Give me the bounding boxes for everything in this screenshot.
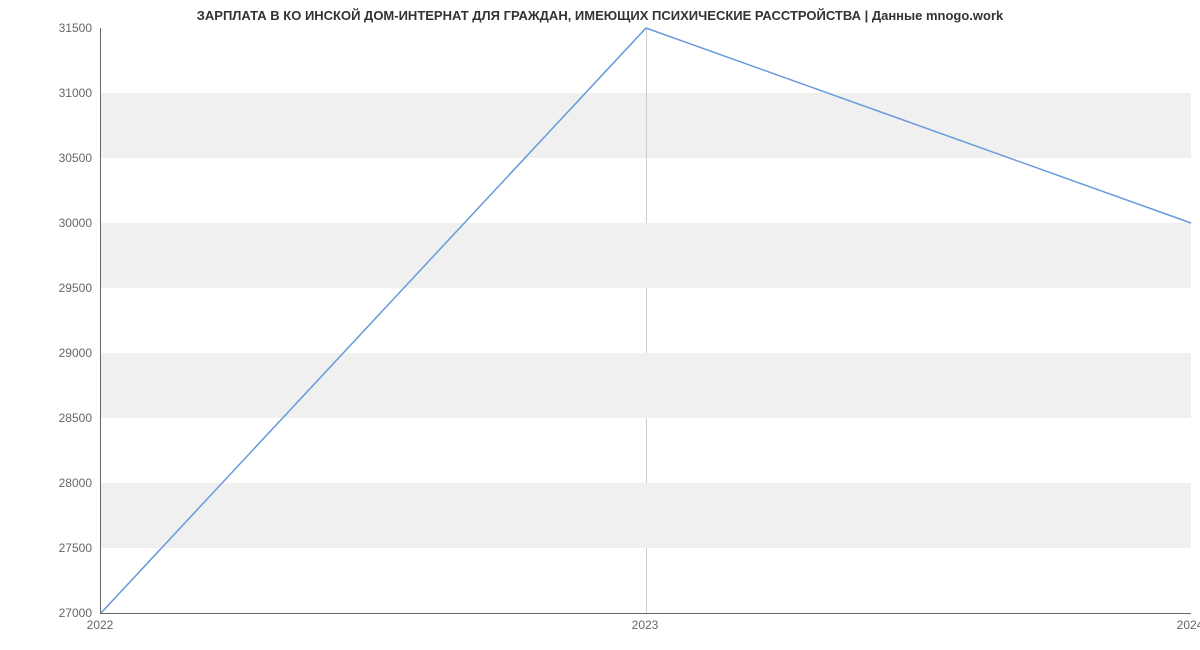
y-tick-label: 29000 [12, 346, 92, 360]
chart-title: ЗАРПЛАТА В КО ИНСКОЙ ДОМ-ИНТЕРНАТ ДЛЯ ГР… [0, 0, 1200, 27]
chart-container: ЗАРПЛАТА В КО ИНСКОЙ ДОМ-ИНТЕРНАТ ДЛЯ ГР… [0, 0, 1200, 650]
y-tick-label: 30000 [12, 216, 92, 230]
plot-area [100, 28, 1191, 614]
y-tick-label: 29500 [12, 281, 92, 295]
y-tick-label: 28500 [12, 411, 92, 425]
y-tick-label: 30500 [12, 151, 92, 165]
y-tick-label: 28000 [12, 476, 92, 490]
x-tick-label: 2024 [1177, 618, 1200, 632]
chart-line [101, 28, 1191, 613]
y-tick-label: 31000 [12, 86, 92, 100]
y-tick-label: 27000 [12, 606, 92, 620]
y-tick-label: 27500 [12, 541, 92, 555]
y-tick-label: 31500 [12, 21, 92, 35]
x-tick-label: 2022 [87, 618, 114, 632]
line-series [101, 28, 1191, 613]
x-tick-label: 2023 [632, 618, 659, 632]
